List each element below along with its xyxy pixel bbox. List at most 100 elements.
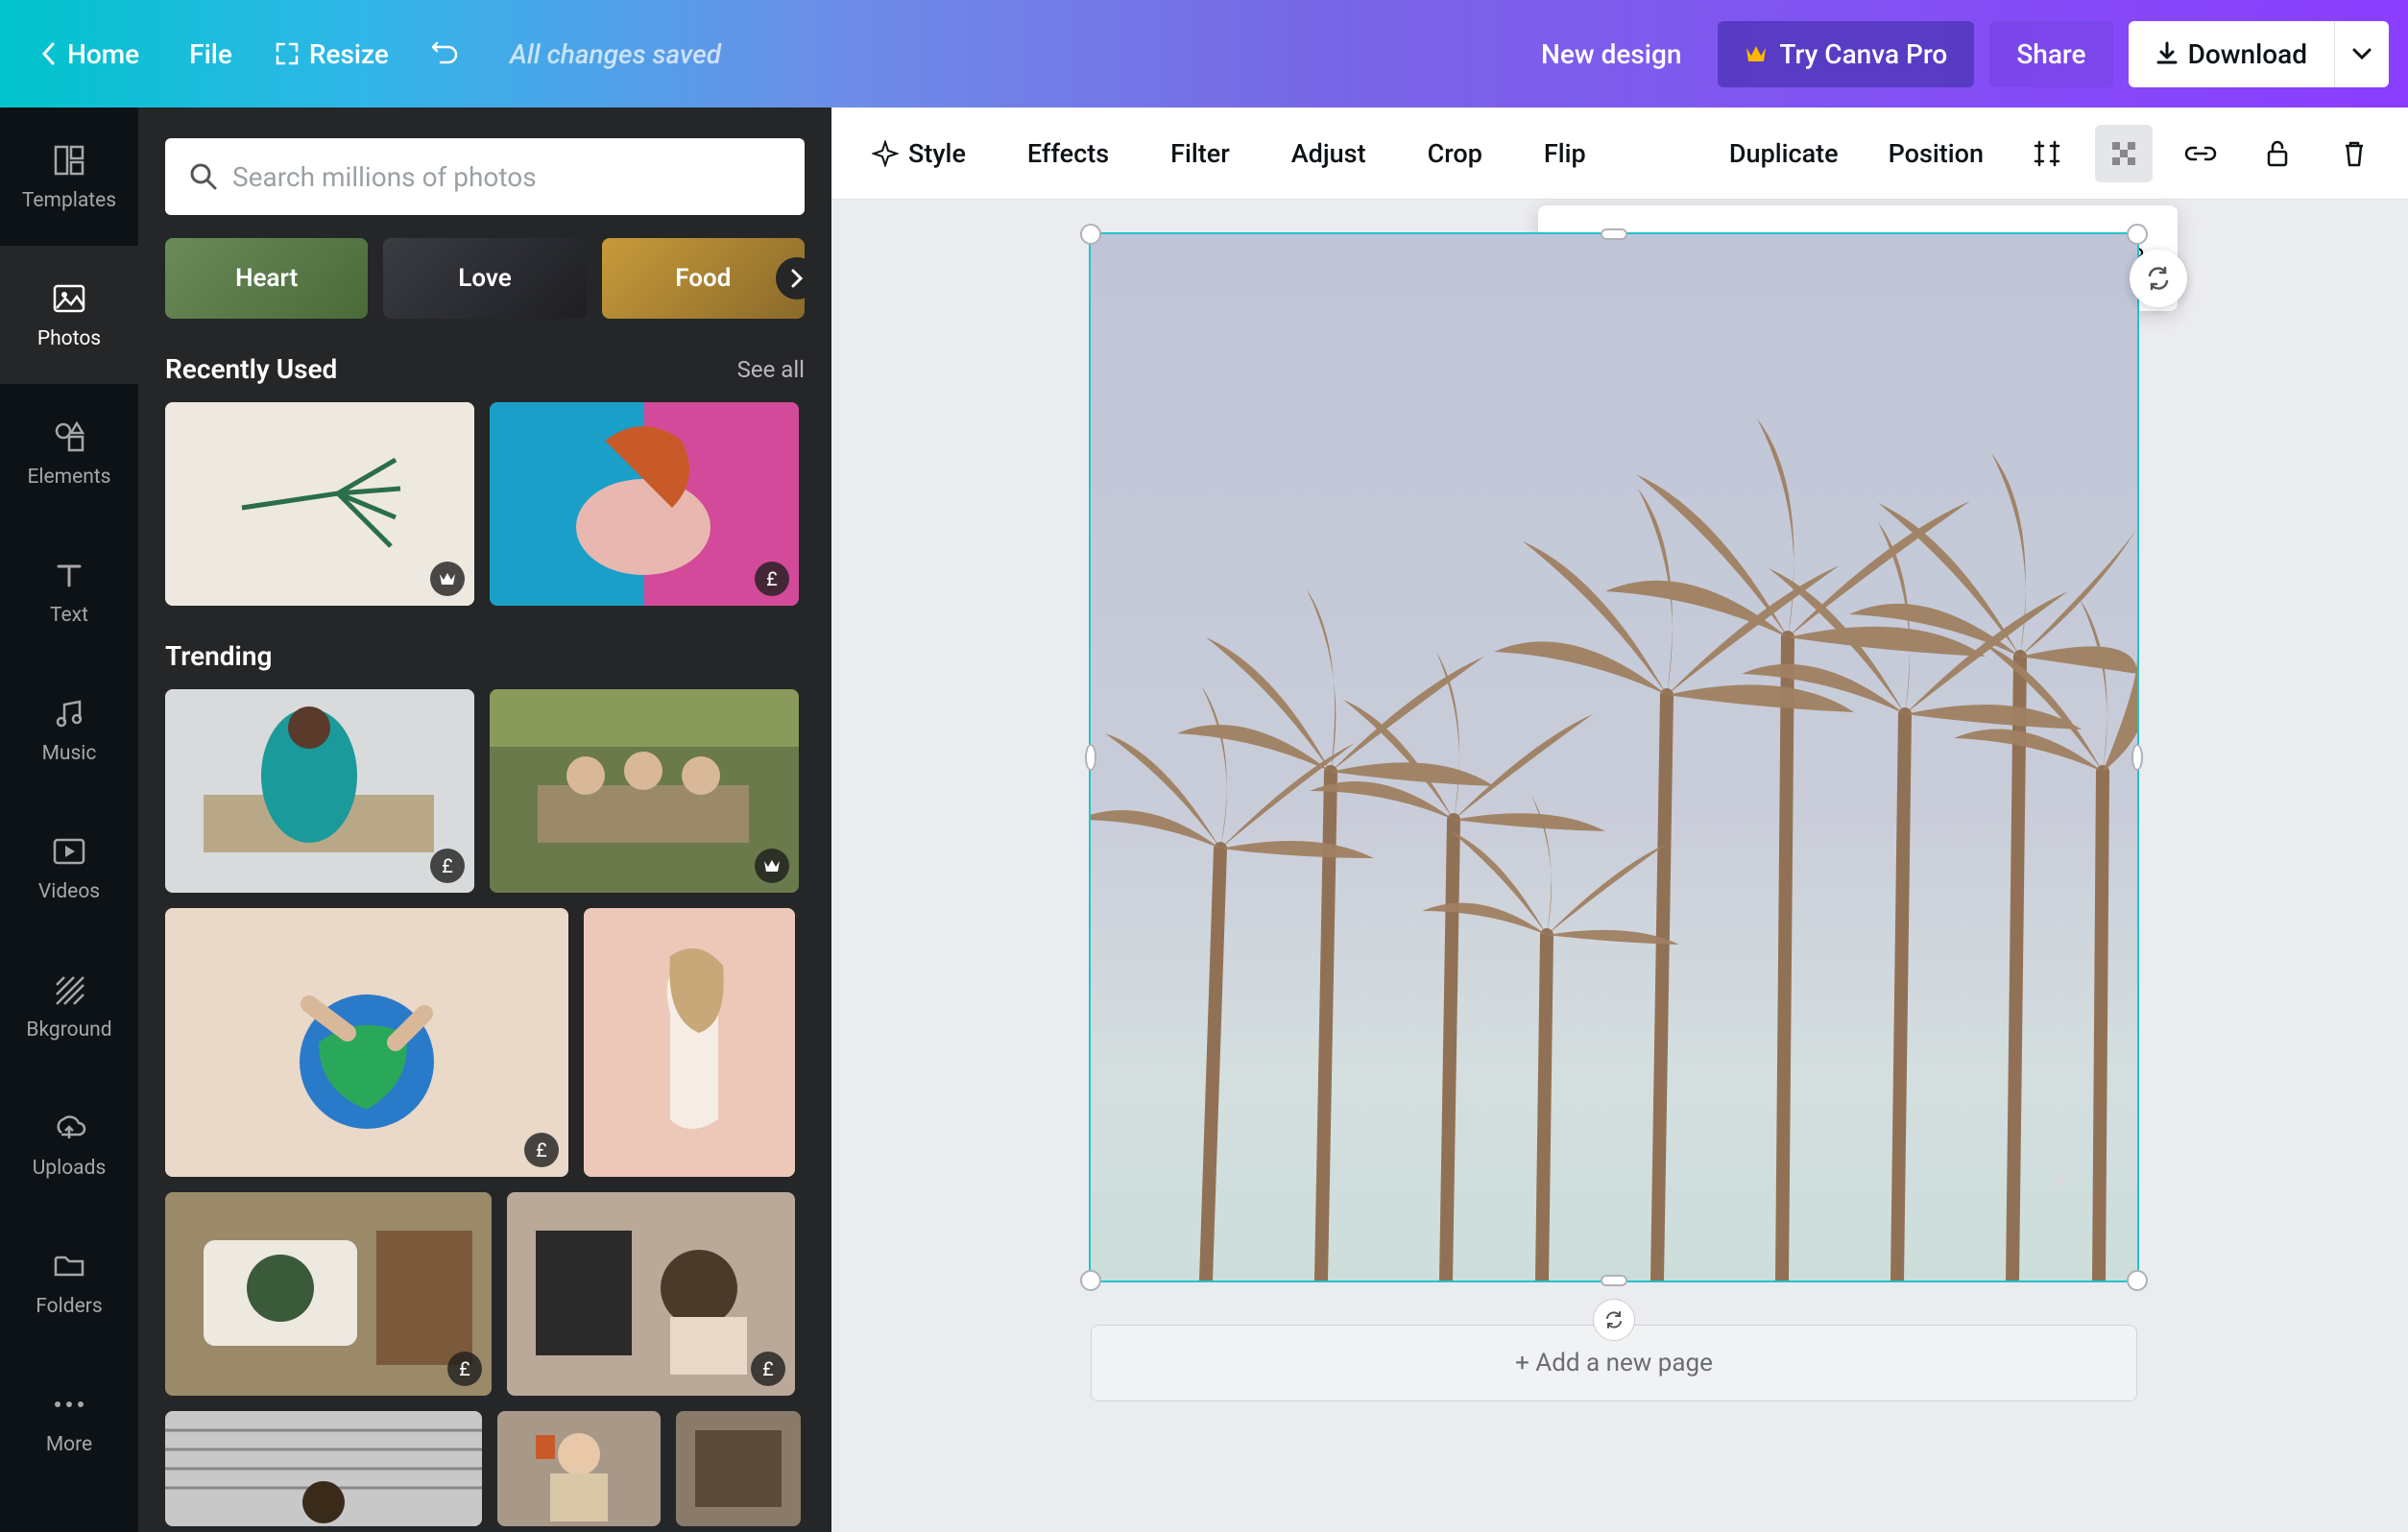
- price-badge: £: [430, 849, 465, 883]
- nav-background[interactable]: Bkground: [0, 937, 138, 1075]
- resize-handle-ml[interactable]: [1085, 744, 1096, 771]
- photo-thumb[interactable]: £: [165, 908, 568, 1177]
- home-button[interactable]: Home: [19, 25, 160, 84]
- photo-thumb[interactable]: [165, 402, 474, 606]
- selected-image[interactable]: [1091, 234, 2137, 1281]
- text-icon: [50, 556, 88, 594]
- resize-handle-bl[interactable]: [1080, 1270, 1101, 1291]
- save-status: All changes saved: [510, 38, 721, 70]
- spacing-icon: [2032, 138, 2062, 169]
- effects-tool[interactable]: Effects: [1012, 127, 1124, 180]
- canvas-stage[interactable]: + Add a new page: [831, 200, 2408, 1532]
- sparkle-icon: [872, 140, 899, 167]
- photo-thumb[interactable]: £: [490, 402, 799, 606]
- top-menu-bar: Home File Resize All changes saved New d…: [0, 0, 2408, 108]
- price-badge: £: [755, 562, 789, 596]
- search-input[interactable]: [232, 161, 782, 193]
- trash-icon: [2342, 138, 2367, 169]
- photo-thumb[interactable]: [165, 1411, 482, 1526]
- crown-badge: [430, 562, 465, 596]
- nav-elements[interactable]: Elements: [0, 384, 138, 522]
- context-toolbar: Style Effects Filter Adjust Crop Flip Du…: [831, 108, 2408, 200]
- photo-thumb[interactable]: [676, 1411, 801, 1526]
- photo-preview: [584, 908, 795, 1177]
- canvas-area: Style Effects Filter Adjust Crop Flip Du…: [831, 108, 2408, 1532]
- download-options-button[interactable]: [2334, 21, 2389, 87]
- lock-button[interactable]: [2249, 125, 2306, 182]
- folders-icon: [50, 1247, 88, 1285]
- elements-icon: [50, 418, 88, 456]
- nav-folders[interactable]: Folders: [0, 1213, 138, 1352]
- see-all-link[interactable]: See all: [737, 356, 805, 383]
- resize-handle-tl[interactable]: [1080, 224, 1101, 245]
- spacing-button[interactable]: [2018, 125, 2076, 182]
- crown-icon: [1745, 44, 1768, 63]
- category-next-button[interactable]: [776, 257, 818, 299]
- try-pro-button[interactable]: Try Canva Pro: [1718, 21, 1974, 87]
- share-button[interactable]: Share: [1989, 21, 2112, 87]
- photo-thumb[interactable]: [584, 908, 795, 1177]
- rotate-handle[interactable]: [1593, 1299, 1635, 1341]
- design-page[interactable]: [1091, 234, 2137, 1281]
- photo-thumb[interactable]: [497, 1411, 661, 1526]
- photo-thumb[interactable]: £: [507, 1192, 795, 1396]
- price-badge: £: [751, 1352, 785, 1386]
- add-page-button[interactable]: + Add a new page: [1091, 1325, 2137, 1401]
- home-label: Home: [67, 38, 139, 70]
- adjust-tool[interactable]: Adjust: [1276, 127, 1382, 180]
- nav-templates[interactable]: Templates: [0, 108, 138, 246]
- duplicate-tool[interactable]: Duplicate: [1714, 127, 1854, 180]
- category-row: Heart Love Food: [165, 238, 805, 319]
- more-icon: [50, 1385, 88, 1424]
- undo-button[interactable]: [410, 28, 481, 80]
- resize-handle-bm[interactable]: [1601, 1275, 1627, 1286]
- category-love[interactable]: Love: [383, 238, 586, 319]
- download-button[interactable]: Download: [2129, 21, 2334, 87]
- flip-tool[interactable]: Flip: [1529, 127, 1601, 180]
- left-nav-rail: Templates Photos Elements Text Music Vid…: [0, 108, 138, 1532]
- chevron-down-icon: [2352, 48, 2372, 60]
- file-menu[interactable]: File: [168, 25, 253, 84]
- uploads-icon: [50, 1109, 88, 1147]
- photo-thumb[interactable]: £: [165, 1192, 492, 1396]
- sync-button[interactable]: [2130, 250, 2187, 307]
- resize-handle-tm[interactable]: [1601, 228, 1627, 240]
- undo-icon: [431, 41, 460, 66]
- download-icon: [2155, 41, 2179, 66]
- crown-badge: [755, 849, 789, 883]
- new-design-button[interactable]: New design: [1520, 25, 1702, 84]
- photo-preview: [497, 1411, 661, 1526]
- recently-used-heading: Recently Used: [165, 353, 337, 385]
- category-heart[interactable]: Heart: [165, 238, 368, 319]
- nav-uploads[interactable]: Uploads: [0, 1075, 138, 1213]
- transparency-button[interactable]: [2095, 125, 2153, 182]
- photo-thumb[interactable]: £: [165, 689, 474, 893]
- resize-handle-tr[interactable]: [2127, 224, 2148, 245]
- templates-icon: [50, 141, 88, 180]
- nav-music[interactable]: Music: [0, 660, 138, 799]
- lock-icon: [2265, 138, 2290, 169]
- resize-button[interactable]: Resize: [253, 25, 410, 84]
- chevron-left-icon: [40, 40, 58, 67]
- crop-tool[interactable]: Crop: [1412, 127, 1498, 180]
- trending-heading: Trending: [165, 640, 272, 672]
- photo-preview: [165, 402, 474, 606]
- photo-preview: [165, 689, 474, 893]
- photo-thumb[interactable]: [490, 689, 799, 893]
- link-button[interactable]: [2172, 125, 2229, 182]
- search-icon: [188, 161, 219, 192]
- nav-videos[interactable]: Videos: [0, 799, 138, 937]
- category-food[interactable]: Food: [602, 238, 805, 319]
- position-tool[interactable]: Position: [1873, 127, 1999, 180]
- style-tool[interactable]: Style: [856, 127, 981, 180]
- background-icon: [50, 970, 88, 1009]
- resize-handle-mr[interactable]: [2131, 744, 2143, 771]
- nav-more[interactable]: More: [0, 1352, 138, 1490]
- photo-preview: [490, 689, 799, 893]
- resize-handle-br[interactable]: [2127, 1270, 2148, 1291]
- search-bar[interactable]: [165, 138, 805, 215]
- delete-button[interactable]: [2325, 125, 2383, 182]
- nav-photos[interactable]: Photos: [0, 246, 138, 384]
- filter-tool[interactable]: Filter: [1155, 127, 1245, 180]
- nav-text[interactable]: Text: [0, 522, 138, 660]
